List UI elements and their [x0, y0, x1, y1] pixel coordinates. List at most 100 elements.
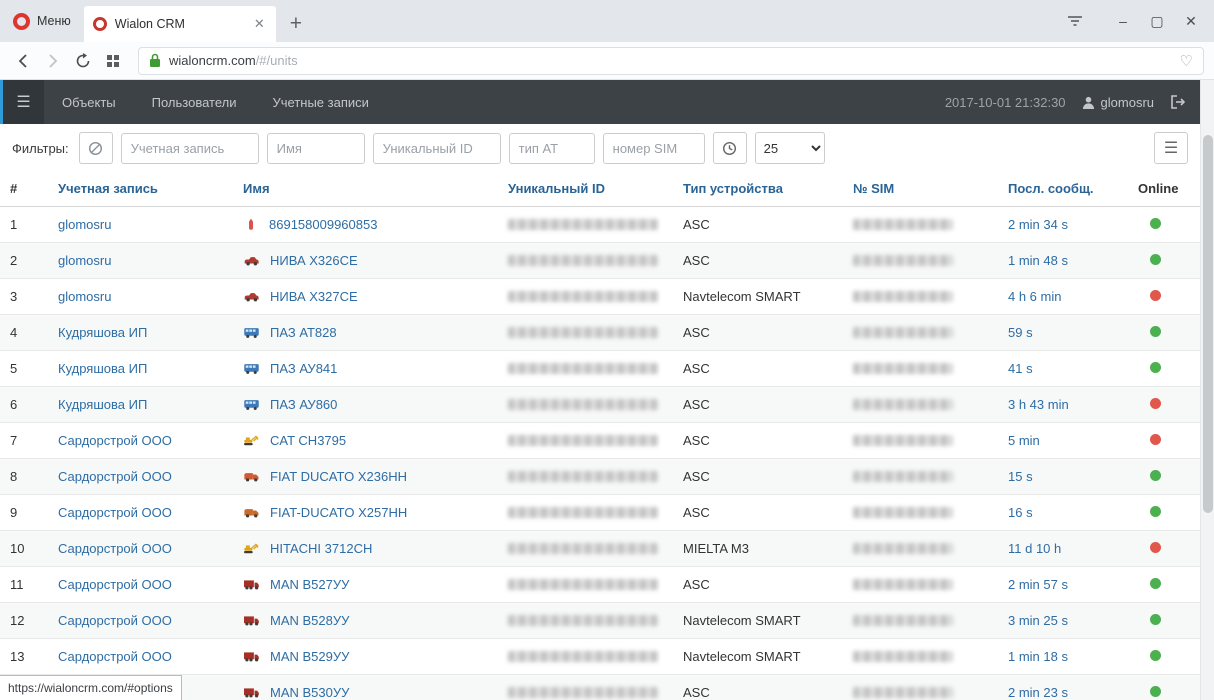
- speed-dial-icon[interactable]: [100, 48, 126, 74]
- device-type-cell: ASC: [673, 567, 843, 603]
- last-message-link[interactable]: 3 min 25 s: [1008, 613, 1068, 628]
- row-index: 8: [0, 459, 48, 495]
- close-window-button[interactable]: ✕: [1176, 6, 1206, 36]
- bookmark-heart-icon[interactable]: ♡: [1180, 52, 1193, 70]
- nav-item-units[interactable]: Объекты: [44, 80, 134, 124]
- last-message-link[interactable]: 5 min: [1008, 433, 1040, 448]
- account-link[interactable]: glomosru: [58, 253, 111, 268]
- unit-name-cell: 869158009960853: [233, 207, 498, 243]
- device-type-cell: ASC: [673, 315, 843, 351]
- unit-name-link[interactable]: 869158009960853: [269, 217, 377, 232]
- column-header-last-msg[interactable]: Посл. сообщ.: [998, 172, 1128, 207]
- unit-name-link[interactable]: FIAT DUCATO X236HH: [270, 469, 407, 484]
- unit-name-link[interactable]: HITACHI 3712CH: [270, 541, 372, 556]
- account-link[interactable]: Сардорстрой ООО: [58, 541, 172, 556]
- account-link[interactable]: Сардорстрой ООО: [58, 505, 172, 520]
- current-user[interactable]: glomosru: [1082, 95, 1154, 110]
- account-link[interactable]: glomosru: [58, 217, 111, 232]
- unit-id-redacted: [508, 363, 658, 374]
- last-message-link[interactable]: 59 s: [1008, 325, 1033, 340]
- unit-name-link[interactable]: НИВА X327CE: [270, 289, 358, 304]
- account-link[interactable]: Сардорстрой ООО: [58, 469, 172, 484]
- account-link[interactable]: Сардорстрой ООО: [58, 613, 172, 628]
- page-size-select[interactable]: 25: [755, 132, 825, 164]
- opera-menu-button[interactable]: Меню: [0, 0, 84, 42]
- unit-name-link[interactable]: FIAT-DUCATO X257HH: [270, 505, 407, 520]
- page-scrollbar[interactable]: [1200, 80, 1214, 700]
- tab-close-icon[interactable]: ✕: [252, 14, 267, 34]
- back-icon[interactable]: [10, 48, 36, 74]
- sim-cell: [843, 279, 998, 315]
- online-status-dot: [1150, 686, 1161, 697]
- last-message-link[interactable]: 15 s: [1008, 469, 1033, 484]
- last-message-link[interactable]: 1 min 18 s: [1008, 649, 1068, 664]
- tracker-icon: [243, 218, 259, 232]
- last-message-link[interactable]: 2 min 23 s: [1008, 685, 1068, 700]
- device-type-cell: ASC: [673, 459, 843, 495]
- account-link[interactable]: glomosru: [58, 289, 111, 304]
- unit-name-link[interactable]: MAN B527УУ: [270, 577, 349, 592]
- truck-icon: [243, 578, 260, 591]
- account-link[interactable]: Кудряшова ИП: [58, 325, 147, 340]
- browser-address-bar: wialoncrm.com/#/units ♡: [0, 42, 1214, 80]
- browser-tab[interactable]: Wialon CRM ✕: [84, 6, 276, 42]
- clear-filters-button[interactable]: [79, 132, 113, 164]
- time-filter-button[interactable]: [713, 132, 747, 164]
- account-link[interactable]: Кудряшова ИП: [58, 397, 147, 412]
- url-field[interactable]: wialoncrm.com/#/units ♡: [138, 47, 1204, 75]
- maximize-button[interactable]: ▢: [1142, 6, 1172, 36]
- account-link[interactable]: Сардорстрой ООО: [58, 649, 172, 664]
- reload-icon[interactable]: [70, 48, 96, 74]
- last-message-link[interactable]: 2 min 34 s: [1008, 217, 1068, 232]
- filter-device-type-input[interactable]: [509, 133, 595, 164]
- filter-name-input[interactable]: [267, 133, 365, 164]
- account-cell: Сардорстрой ООО: [48, 531, 233, 567]
- minimize-button[interactable]: –: [1108, 6, 1138, 36]
- filter-uid-input[interactable]: [373, 133, 501, 164]
- unit-id-cell: [498, 603, 673, 639]
- user-icon: [1082, 96, 1095, 109]
- unit-name-link[interactable]: MAN B528УУ: [270, 613, 349, 628]
- last-message-link[interactable]: 11 d 10 h: [1008, 541, 1061, 556]
- table-menu-button[interactable]: ☰: [1154, 132, 1188, 164]
- last-message-link[interactable]: 2 min 57 s: [1008, 577, 1068, 592]
- browser-filter-icon[interactable]: [1060, 6, 1090, 36]
- column-header-online[interactable]: Online: [1128, 172, 1200, 207]
- sidebar-toggle-button[interactable]: ☰: [0, 80, 44, 124]
- nav-item-accounts[interactable]: Учетные записи: [254, 80, 386, 124]
- url-path: /#/units: [256, 53, 298, 68]
- account-link[interactable]: Сардорстрой ООО: [58, 577, 172, 592]
- column-header-uid[interactable]: Уникальный ID: [498, 172, 673, 207]
- unit-name-link[interactable]: MAN B529УУ: [270, 649, 349, 664]
- column-header-device[interactable]: Тип устройства: [673, 172, 843, 207]
- row-index: 3: [0, 279, 48, 315]
- last-message-link[interactable]: 41 s: [1008, 361, 1033, 376]
- account-link[interactable]: Сардорстрой ООО: [58, 433, 172, 448]
- new-tab-button[interactable]: +: [276, 6, 316, 42]
- filter-sim-input[interactable]: [603, 133, 705, 164]
- scrollbar-thumb[interactable]: [1203, 135, 1213, 513]
- filter-account-input[interactable]: [121, 133, 259, 164]
- row-index: 12: [0, 603, 48, 639]
- column-header-account[interactable]: Учетная запись: [48, 172, 233, 207]
- unit-name-link[interactable]: НИВА X326CE: [270, 253, 358, 268]
- last-message-link[interactable]: 1 min 48 s: [1008, 253, 1068, 268]
- logout-icon[interactable]: [1170, 95, 1186, 109]
- column-header-name[interactable]: Имя: [233, 172, 498, 207]
- unit-name-link[interactable]: ПАЗ АУ841: [270, 361, 337, 376]
- unit-name-link[interactable]: MAN B530УУ: [270, 685, 349, 700]
- nav-item-users[interactable]: Пользователи: [134, 80, 255, 124]
- account-cell: glomosru: [48, 207, 233, 243]
- column-header-sim[interactable]: № SIM: [843, 172, 998, 207]
- unit-name-link[interactable]: CAT CH3795: [270, 433, 346, 448]
- unit-name-cell: FIAT DUCATO X236HH: [233, 459, 498, 495]
- unit-name-link[interactable]: ПАЗ АУ860: [270, 397, 337, 412]
- account-link[interactable]: Кудряшова ИП: [58, 361, 147, 376]
- column-header-index[interactable]: #: [0, 172, 48, 207]
- last-message-link[interactable]: 16 s: [1008, 505, 1033, 520]
- unit-name-link[interactable]: ПАЗ АТ828: [270, 325, 337, 340]
- last-message-link[interactable]: 4 h 6 min: [1008, 289, 1061, 304]
- forward-icon[interactable]: [40, 48, 66, 74]
- last-message-link[interactable]: 3 h 43 min: [1008, 397, 1069, 412]
- unit-name-cell: MAN B530УУ: [233, 675, 498, 700]
